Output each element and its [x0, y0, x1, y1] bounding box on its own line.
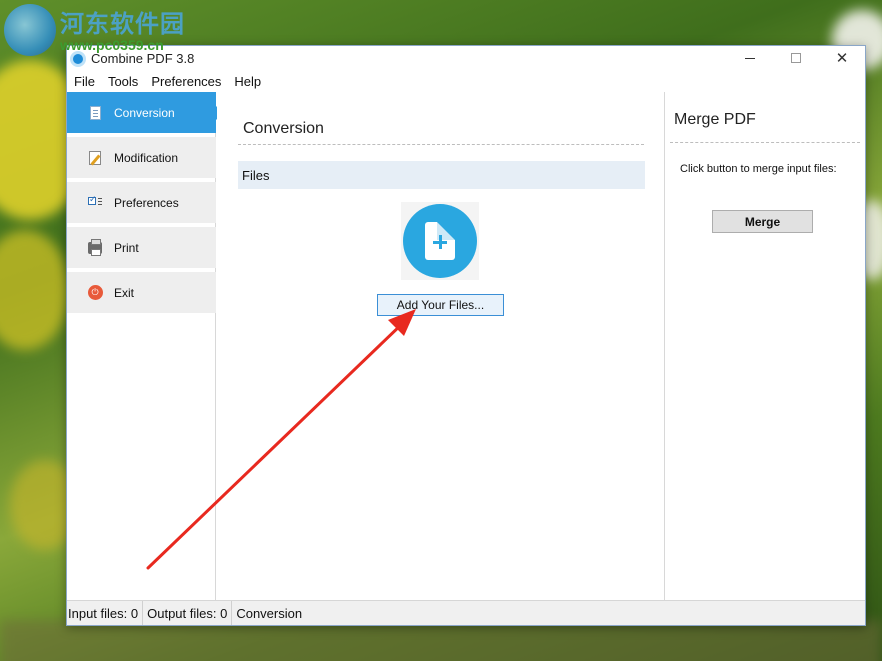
maximize-button[interactable] [773, 46, 819, 70]
status-input-files: Input files: 0 [67, 601, 144, 625]
app-window: Combine PDF 3.8 ✕ File Tools Preferences… [66, 45, 866, 626]
divider [238, 144, 644, 145]
sidebar: Conversion Modification Preferences Prin… [67, 92, 223, 600]
sidebar-item-label: Modification [114, 150, 179, 165]
document-icon [87, 105, 103, 121]
sidebar-item-print[interactable]: Print [67, 227, 216, 268]
divider [670, 142, 860, 143]
sidebar-item-modification[interactable]: Modification [67, 137, 216, 178]
title-bar[interactable]: Combine PDF 3.8 ✕ [67, 46, 865, 70]
page-title: Conversion [243, 120, 324, 137]
menu-file[interactable]: File [73, 74, 101, 89]
watermark-logo-icon [4, 4, 56, 56]
main-content: Conversion Modification Preferences Prin… [67, 92, 865, 600]
sidebar-item-preferences[interactable]: Preferences [67, 182, 216, 223]
sidebar-item-label: Exit [114, 285, 135, 300]
background-flower [0, 230, 70, 350]
status-mode: Conversion [236, 605, 303, 621]
edit-icon [87, 150, 103, 166]
minimize-icon [745, 57, 755, 59]
sidebar-item-exit[interactable]: ⏻ Exit [67, 272, 216, 313]
merge-description: Click button to merge input files: [680, 163, 837, 175]
checklist-icon [87, 194, 103, 211]
menu-bar: File Tools Preferences Help [67, 70, 865, 92]
sidebar-item-label: Print [114, 240, 139, 255]
status-bar: Input files: 0 Output files: 0 Conversio… [67, 600, 865, 625]
watermark-title: 河东软件园 [60, 10, 185, 38]
files-header: Files [238, 161, 645, 189]
sidebar-item-label: Preferences [114, 195, 179, 210]
conversion-panel: Conversion Files Add Your Files... [217, 92, 665, 600]
add-file-icon [403, 204, 477, 278]
minimize-button[interactable] [727, 46, 773, 70]
merge-panel: Merge PDF Click button to merge input fi… [666, 92, 865, 600]
close-button[interactable]: ✕ [819, 46, 865, 70]
status-output-files: Output files: 0 [143, 601, 233, 625]
menu-tools[interactable]: Tools [107, 74, 144, 89]
maximize-icon [791, 53, 801, 63]
merge-button[interactable]: Merge [712, 210, 813, 233]
menu-preferences[interactable]: Preferences [150, 74, 227, 89]
sidebar-item-label: Conversion [114, 105, 175, 120]
add-files-button[interactable]: Add Your Files... [377, 294, 504, 316]
site-watermark: 河东软件园 www.pc0359.cn [4, 4, 185, 56]
watermark-url: www.pc0359.cn [60, 37, 164, 53]
printer-icon [87, 238, 103, 256]
close-icon: ✕ [835, 49, 849, 67]
merge-title: Merge PDF [674, 111, 756, 128]
add-file-icon-button[interactable] [401, 202, 479, 280]
background-ground [0, 620, 882, 661]
menu-help[interactable]: Help [233, 74, 267, 89]
power-icon: ⏻ [87, 285, 103, 301]
sidebar-item-conversion[interactable]: Conversion [67, 92, 223, 133]
